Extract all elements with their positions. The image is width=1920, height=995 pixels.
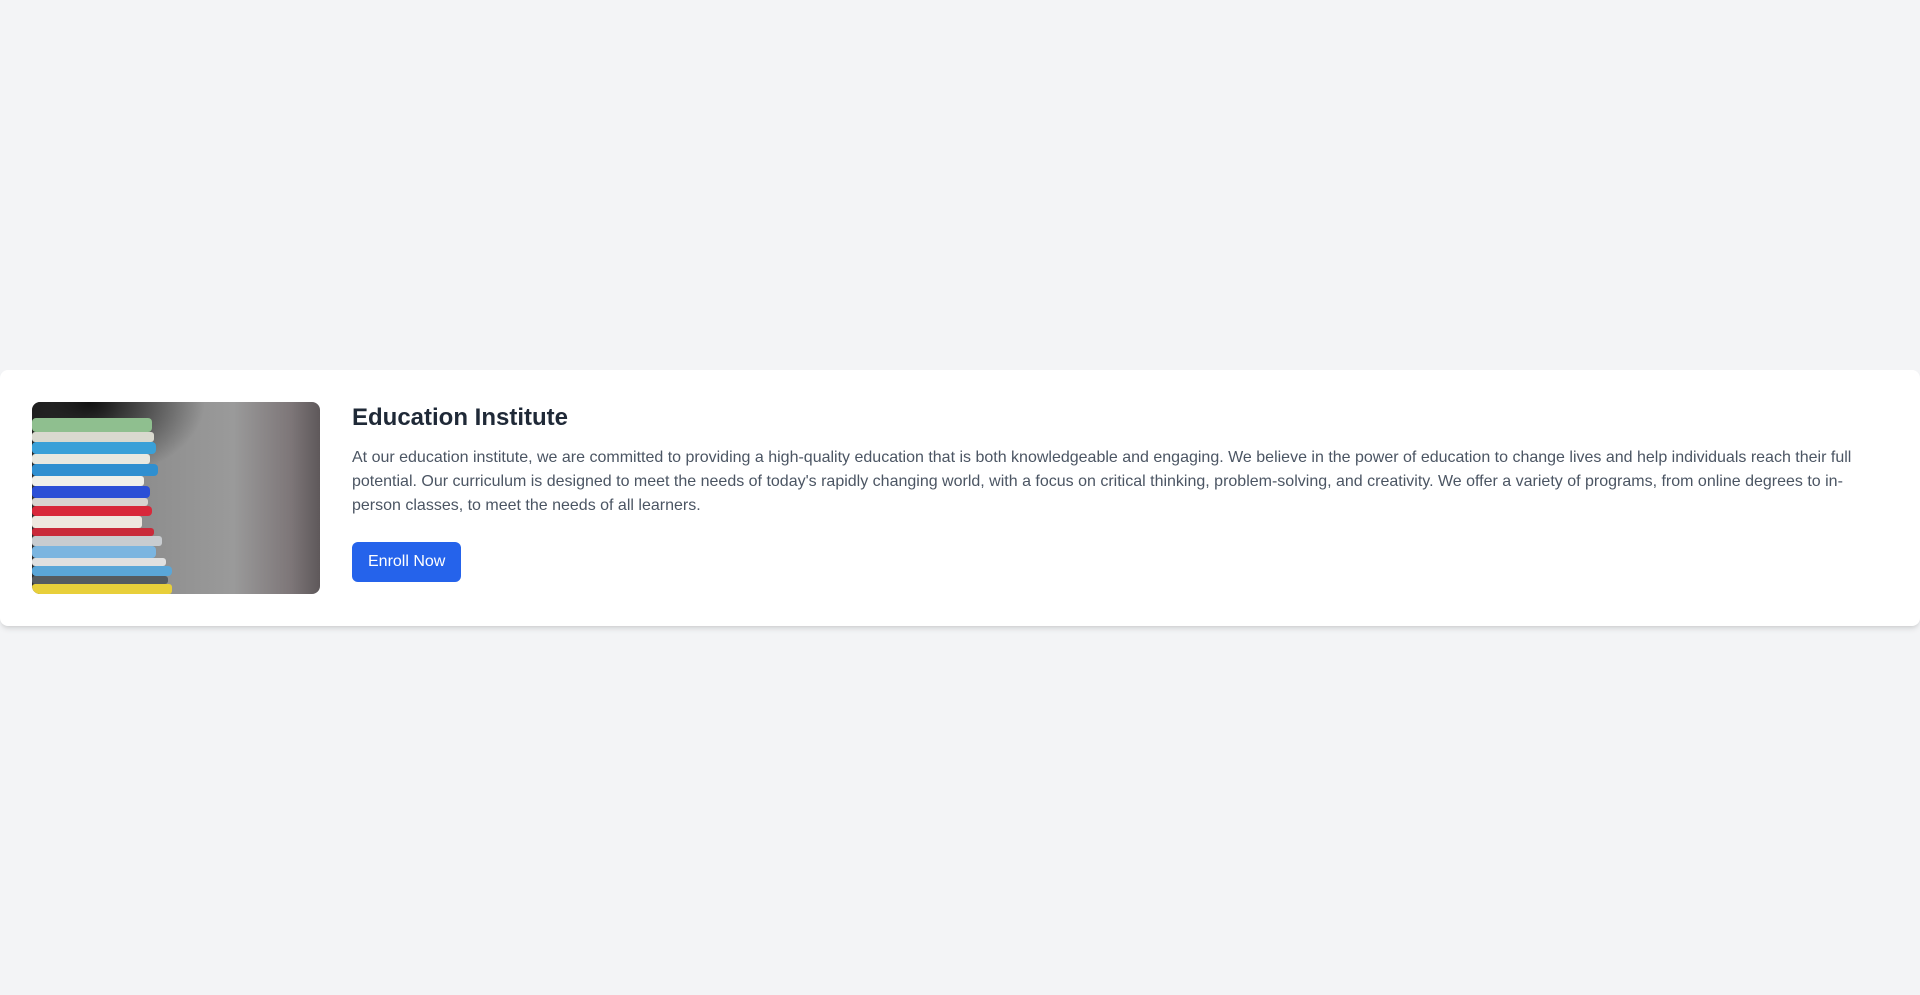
card-title: Education Institute xyxy=(352,404,568,431)
books-image xyxy=(32,402,320,594)
card-description: At our education institute, we are commi… xyxy=(352,449,1852,514)
card-content: Education Institute At our education ins… xyxy=(352,402,1888,582)
enroll-now-button[interactable]: Enroll Now xyxy=(352,542,462,582)
stacked-books-icon xyxy=(32,402,320,594)
education-card: Education Institute At our education ins… xyxy=(0,370,1920,626)
